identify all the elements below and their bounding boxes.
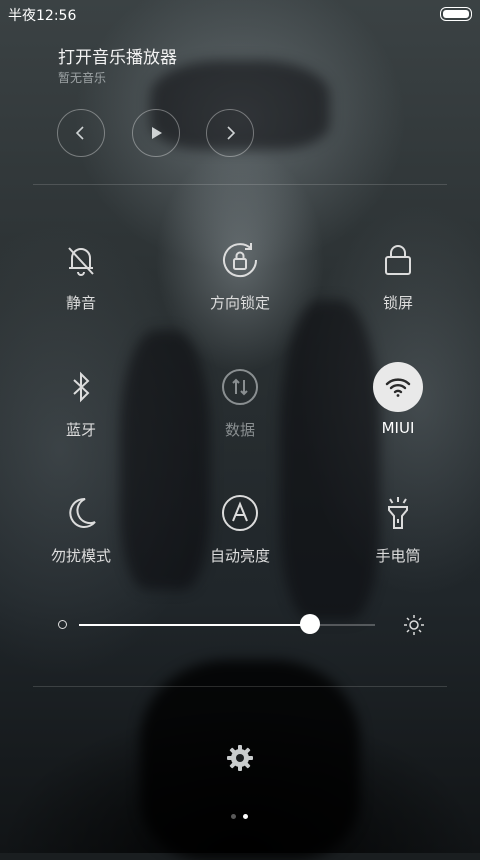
settings-button[interactable] <box>224 742 256 774</box>
mute-bell-icon <box>68 247 94 276</box>
toggle-mute[interactable]: 静音 <box>21 238 141 313</box>
toggle-label: 勿扰模式 <box>50 547 111 565</box>
page-indicator-dot-active <box>243 814 248 819</box>
next-button[interactable] <box>206 109 254 157</box>
status-time: 半夜12:56 <box>8 8 77 24</box>
status-bar: 半夜12:56 <box>0 0 480 28</box>
toggle-mobile-data[interactable]: 数据 <box>180 365 300 440</box>
toggle-label: 手电筒 <box>375 547 421 565</box>
toggle-wifi[interactable]: MIUI <box>338 362 458 437</box>
toggle-lock-screen[interactable]: 锁屏 <box>338 238 458 313</box>
bluetooth-icon <box>73 371 90 403</box>
toggle-label: 蓝牙 <box>65 421 96 439</box>
auto-brightness-icon <box>222 495 258 531</box>
brightness-high-icon <box>404 615 424 635</box>
brightness-low-icon <box>58 620 67 629</box>
moon-icon <box>69 497 96 528</box>
wallpaper-shape <box>280 300 380 620</box>
brightness-thumb[interactable] <box>299 614 320 634</box>
toggle-do-not-disturb[interactable]: 勿扰模式 <box>21 491 141 566</box>
play-icon <box>152 127 162 139</box>
divider <box>33 184 447 185</box>
battery-full-icon <box>440 7 472 21</box>
rotation-lock-icon <box>223 243 258 278</box>
flashlight-icon <box>388 497 408 529</box>
toggle-label: 自动亮度 <box>209 547 270 565</box>
music-player-subtitle: 暂无音乐 <box>58 71 107 85</box>
mobile-data-icon <box>222 369 258 405</box>
toggle-label: 静音 <box>65 294 96 312</box>
page-indicator-dot <box>231 814 236 819</box>
toggle-auto-brightness[interactable]: 自动亮度 <box>180 491 300 566</box>
brightness-slider[interactable] <box>55 610 425 640</box>
brightness-fill <box>79 624 310 626</box>
toggle-flashlight[interactable]: 手电筒 <box>338 491 458 566</box>
toggle-label: 锁屏 <box>382 294 413 312</box>
toggle-rotation-lock[interactable]: 方向锁定 <box>180 238 300 313</box>
previous-button[interactable] <box>57 109 105 157</box>
settings-gear-icon <box>227 745 253 771</box>
play-button[interactable] <box>132 109 180 157</box>
music-player-title[interactable]: 打开音乐播放器 <box>58 43 177 68</box>
wifi-icon <box>385 378 411 397</box>
toggle-bluetooth[interactable]: 蓝牙 <box>21 365 141 440</box>
toggle-label: 方向锁定 <box>209 294 270 312</box>
divider <box>33 686 447 687</box>
toggle-label: 数据 <box>224 421 255 439</box>
next-icon <box>227 126 236 140</box>
lock-icon <box>385 245 411 275</box>
previous-icon <box>75 126 84 140</box>
toggle-label: MIUI <box>381 419 415 437</box>
